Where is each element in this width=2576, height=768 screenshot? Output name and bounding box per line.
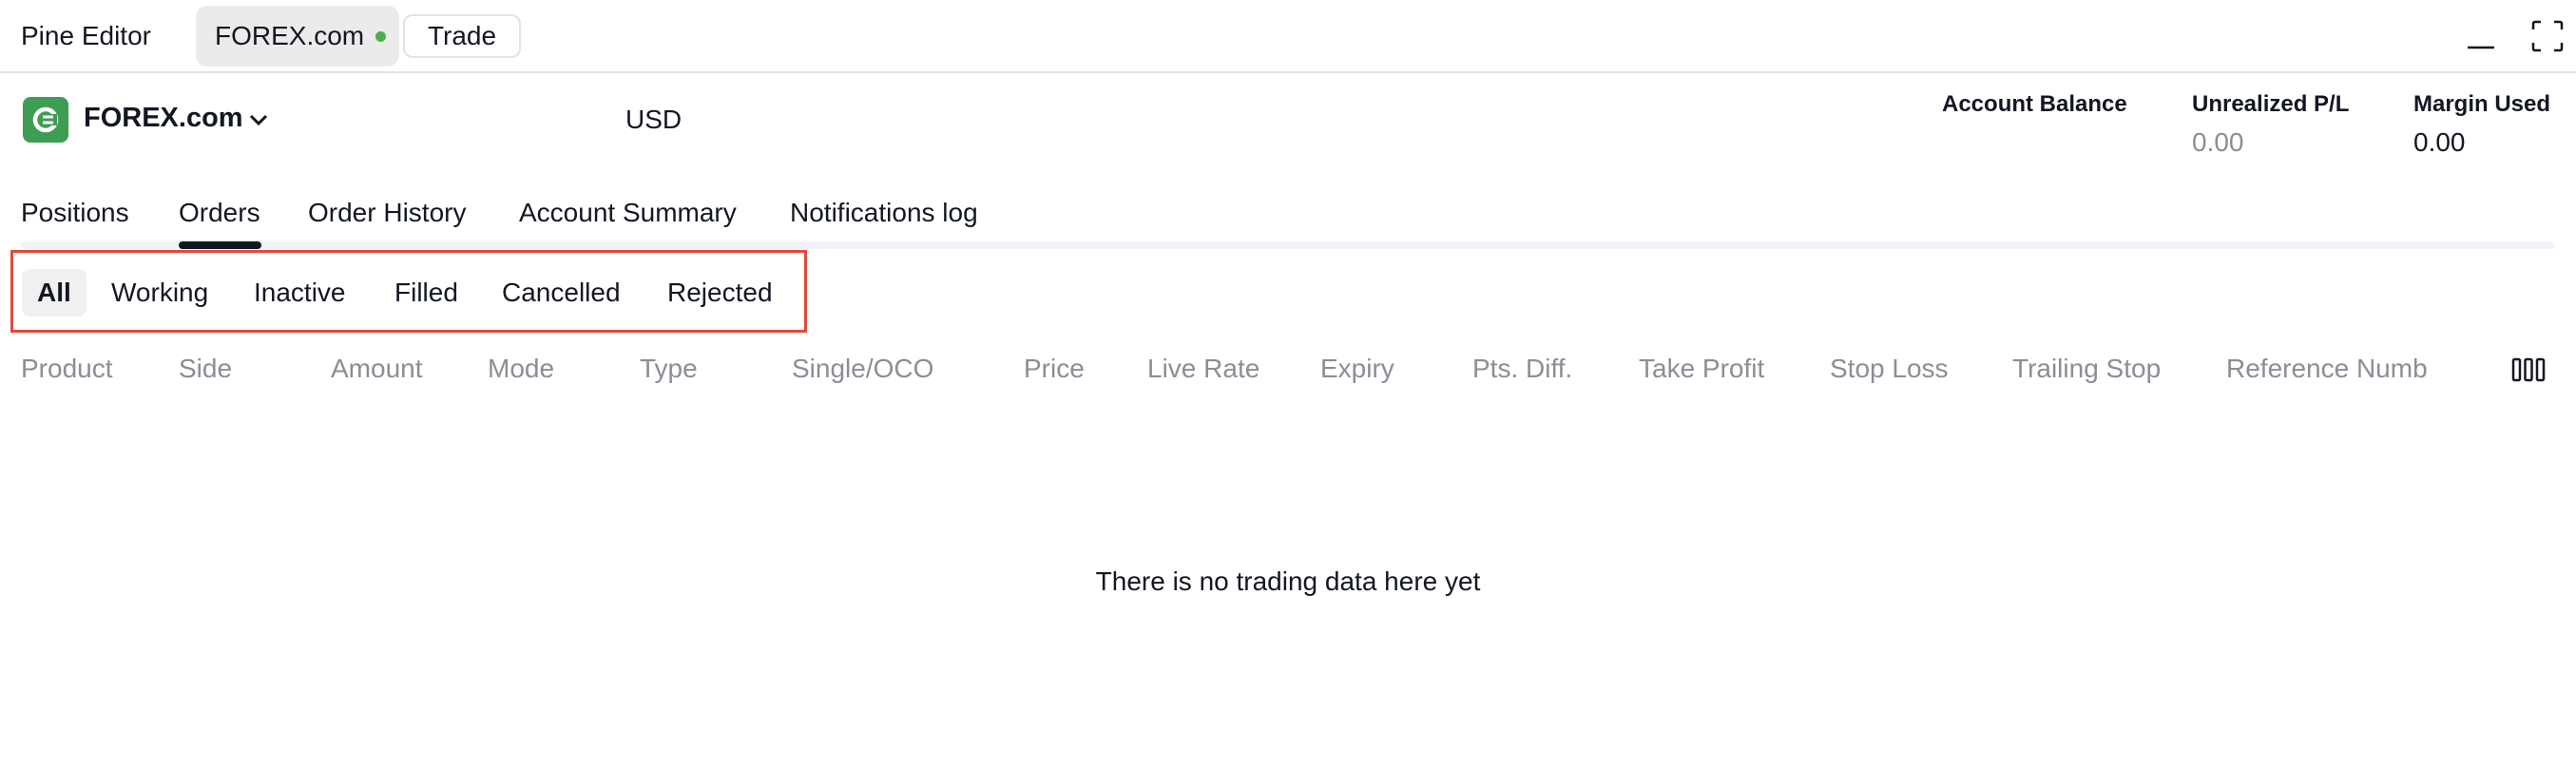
filter-cancelled[interactable]: Cancelled bbox=[487, 269, 636, 317]
column-header-mode[interactable]: Mode bbox=[488, 354, 554, 384]
margin-used-label: Margin Used bbox=[2413, 91, 2551, 117]
column-header-take-profit[interactable]: Take Profit bbox=[1639, 354, 1764, 384]
column-settings-button[interactable] bbox=[2511, 355, 2546, 384]
broker-name[interactable]: FOREX.com bbox=[84, 103, 243, 134]
broker-tab-label: FOREX.com bbox=[215, 21, 365, 50]
empty-state-message: There is no trading data here yet bbox=[1095, 566, 1481, 596]
minimize-panel-button[interactable] bbox=[2464, 19, 2498, 53]
column-header-expiry[interactable]: Expiry bbox=[1320, 354, 1394, 384]
orders-table-header: Product Side Amount Mode Type Single/OCO… bbox=[0, 346, 2576, 394]
column-header-price[interactable]: Price bbox=[1024, 354, 1085, 384]
broker-dropdown-button[interactable] bbox=[247, 110, 270, 129]
column-header-reference-number[interactable]: Reference Numb bbox=[2226, 354, 2428, 384]
account-tabs: Positions Orders Order History Account S… bbox=[0, 186, 2576, 251]
connection-status-dot bbox=[375, 30, 387, 42]
column-header-side[interactable]: Side bbox=[179, 354, 232, 384]
column-header-trailing-stop[interactable]: Trailing Stop bbox=[2012, 354, 2161, 384]
filter-filled[interactable]: Filled bbox=[379, 269, 473, 317]
column-header-pts-diff[interactable]: Pts. Diff. bbox=[1472, 354, 1572, 384]
column-header-single-oco[interactable]: Single/OCO bbox=[792, 354, 933, 384]
unrealized-pl-metric: Unrealized P/L 0.00 bbox=[2192, 91, 2349, 158]
tabs-track bbox=[21, 241, 2554, 249]
tab-order-history[interactable]: Order History bbox=[308, 198, 466, 228]
minimize-icon bbox=[2468, 46, 2494, 49]
order-status-filter-group: All Working Inactive Filled Cancelled Re… bbox=[10, 250, 807, 333]
columns-icon bbox=[2511, 357, 2546, 382]
maximize-panel-button[interactable] bbox=[2530, 19, 2565, 53]
active-tab-indicator bbox=[179, 241, 261, 249]
margin-used-value: 0.00 bbox=[2413, 127, 2466, 157]
unrealized-pl-value: 0.00 bbox=[2192, 127, 2244, 157]
column-header-live-rate[interactable]: Live Rate bbox=[1147, 354, 1259, 384]
forex-logo-glyph bbox=[32, 106, 59, 133]
filter-working[interactable]: Working bbox=[96, 269, 223, 317]
account-balance-metric: Account Balance bbox=[1942, 91, 2127, 127]
filter-all[interactable]: All bbox=[22, 269, 87, 317]
trade-button-label: Trade bbox=[427, 21, 497, 50]
pine-editor-label: Pine Editor bbox=[21, 21, 151, 50]
column-header-type[interactable]: Type bbox=[640, 354, 698, 384]
unrealized-pl-label: Unrealized P/L bbox=[2192, 91, 2350, 117]
column-header-product[interactable]: Product bbox=[21, 354, 113, 384]
forex-logo-icon bbox=[23, 97, 68, 143]
top-bar: Pine Editor FOREX.com Trade bbox=[0, 0, 2576, 73]
column-header-stop-loss[interactable]: Stop Loss bbox=[1830, 354, 1949, 384]
filter-rejected[interactable]: Rejected bbox=[652, 269, 788, 317]
column-header-amount[interactable]: Amount bbox=[331, 354, 423, 384]
tab-notifications-log[interactable]: Notifications log bbox=[790, 198, 978, 228]
tab-orders[interactable]: Orders bbox=[179, 198, 260, 228]
margin-used-metric: Margin Used 0.00 bbox=[2413, 91, 2550, 158]
tab-positions[interactable]: Positions bbox=[21, 198, 129, 228]
trade-button[interactable]: Trade bbox=[403, 14, 521, 58]
broker-tab[interactable]: FOREX.com bbox=[196, 6, 399, 67]
tab-account-summary[interactable]: Account Summary bbox=[519, 198, 737, 228]
broker-header: FOREX.com USD Account Balance Unrealized… bbox=[0, 74, 2576, 169]
filter-inactive[interactable]: Inactive bbox=[239, 269, 361, 317]
account-currency: USD bbox=[625, 105, 682, 134]
maximize-icon bbox=[2531, 20, 2564, 52]
account-balance-label: Account Balance bbox=[1942, 91, 2127, 117]
pine-editor-tab[interactable]: Pine Editor bbox=[21, 6, 151, 67]
chevron-down-icon bbox=[249, 114, 268, 126]
